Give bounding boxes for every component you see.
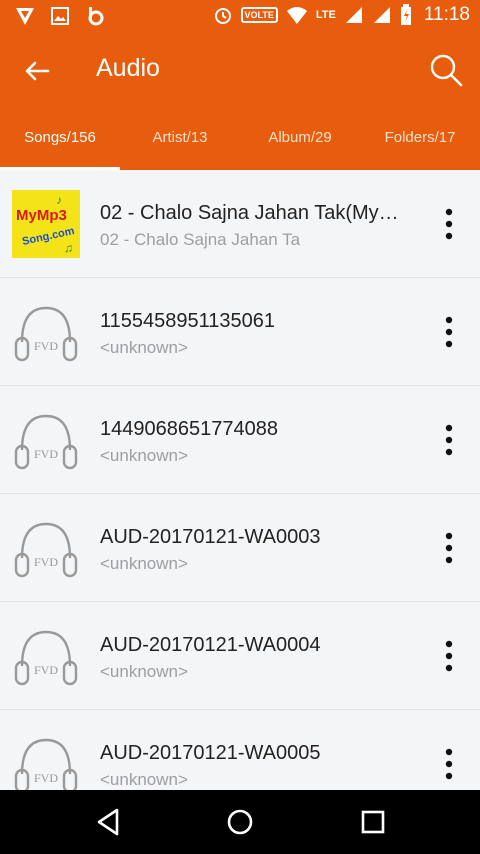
lte-label: LTE <box>315 9 336 21</box>
svg-text:FVD: FVD <box>34 339 58 353</box>
tab-bar: Songs/156 Artist/13 Album/29 Folders/17 <box>0 106 480 170</box>
status-bar: VOLTE LTE 11:18 <box>0 0 480 34</box>
svg-text:FVD: FVD <box>34 447 58 461</box>
arrow-left-icon[interactable] <box>22 56 52 86</box>
wifi-icon <box>286 7 307 24</box>
tab-artist[interactable]: Artist/13 <box>120 106 240 170</box>
more-vert-icon[interactable] <box>444 208 454 240</box>
list-item[interactable]: FVD 1155458951135061 <unknown> <box>0 278 480 386</box>
app-bar: Audio <box>0 34 480 106</box>
b-icon <box>88 7 104 26</box>
shield-icon <box>16 8 34 25</box>
list-item[interactable]: FVD 1449068651774088 <unknown> <box>0 386 480 494</box>
battery-icon <box>400 4 411 25</box>
system-nav-bar <box>0 790 480 854</box>
more-vert-icon[interactable] <box>444 640 454 672</box>
logo-text-top: MyMp3 <box>16 207 67 224</box>
list-item[interactable]: MyMp3 Song.com ♪ ♫ 02 - Chalo Sajna Jaha… <box>0 170 480 278</box>
song-title: 1155458951135061 <box>100 310 275 332</box>
song-subtitle: 02 - Chalo Sajna Jahan Ta <box>100 230 301 249</box>
list-item[interactable]: FVD AUD-20170121-WA0004 <unknown> <box>0 602 480 710</box>
home-circle-icon[interactable] <box>224 806 256 838</box>
alarm-icon <box>214 8 231 24</box>
song-subtitle: <unknown> <box>100 554 188 573</box>
song-title: 1449068651774088 <box>100 418 278 440</box>
volte-badge: VOLTE <box>240 7 278 23</box>
image-icon <box>51 7 69 25</box>
headphones-icon: FVD <box>14 414 78 470</box>
svg-text:FVD: FVD <box>34 555 58 569</box>
svg-text:♫: ♫ <box>64 241 73 255</box>
svg-text:FVD: FVD <box>34 771 58 785</box>
more-vert-icon[interactable] <box>444 532 454 564</box>
headphones-icon: FVD <box>14 522 78 578</box>
song-subtitle: <unknown> <box>100 662 188 681</box>
signal-icon <box>345 7 362 23</box>
headphones-icon: FVD <box>14 306 78 362</box>
tab-album[interactable]: Album/29 <box>240 106 360 170</box>
song-title: AUD-20170121-WA0003 <box>100 526 321 548</box>
search-icon[interactable] <box>428 52 464 88</box>
album-art-logo: MyMp3 Song.com ♪ ♫ <box>12 190 80 258</box>
headphones-icon: FVD <box>14 738 78 794</box>
recents-square-icon[interactable] <box>357 806 389 838</box>
song-subtitle: <unknown> <box>100 446 188 465</box>
back-triangle-icon[interactable] <box>92 806 124 838</box>
more-vert-icon[interactable] <box>444 748 454 780</box>
more-vert-icon[interactable] <box>444 316 454 348</box>
headphones-icon: FVD <box>14 630 78 686</box>
song-title: AUD-20170121-WA0004 <box>100 634 321 656</box>
song-list: MyMp3 Song.com ♪ ♫ 02 - Chalo Sajna Jaha… <box>0 170 480 818</box>
tab-songs[interactable]: Songs/156 <box>0 106 120 170</box>
page-title: Audio <box>96 54 160 82</box>
status-time: 11:18 <box>423 4 470 25</box>
list-item[interactable]: FVD AUD-20170121-WA0003 <unknown> <box>0 494 480 602</box>
more-vert-icon[interactable] <box>444 424 454 456</box>
song-title: 02 - Chalo Sajna Jahan Tak(MyMp3Song.com… <box>100 202 410 224</box>
song-title: AUD-20170121-WA0005 <box>100 742 321 764</box>
svg-text:♪: ♪ <box>56 193 62 207</box>
svg-text:FVD: FVD <box>34 663 58 677</box>
song-subtitle: <unknown> <box>100 770 188 789</box>
tab-folders[interactable]: Folders/17 <box>360 106 480 170</box>
signal-icon-2 <box>373 7 390 23</box>
song-subtitle: <unknown> <box>100 338 188 357</box>
